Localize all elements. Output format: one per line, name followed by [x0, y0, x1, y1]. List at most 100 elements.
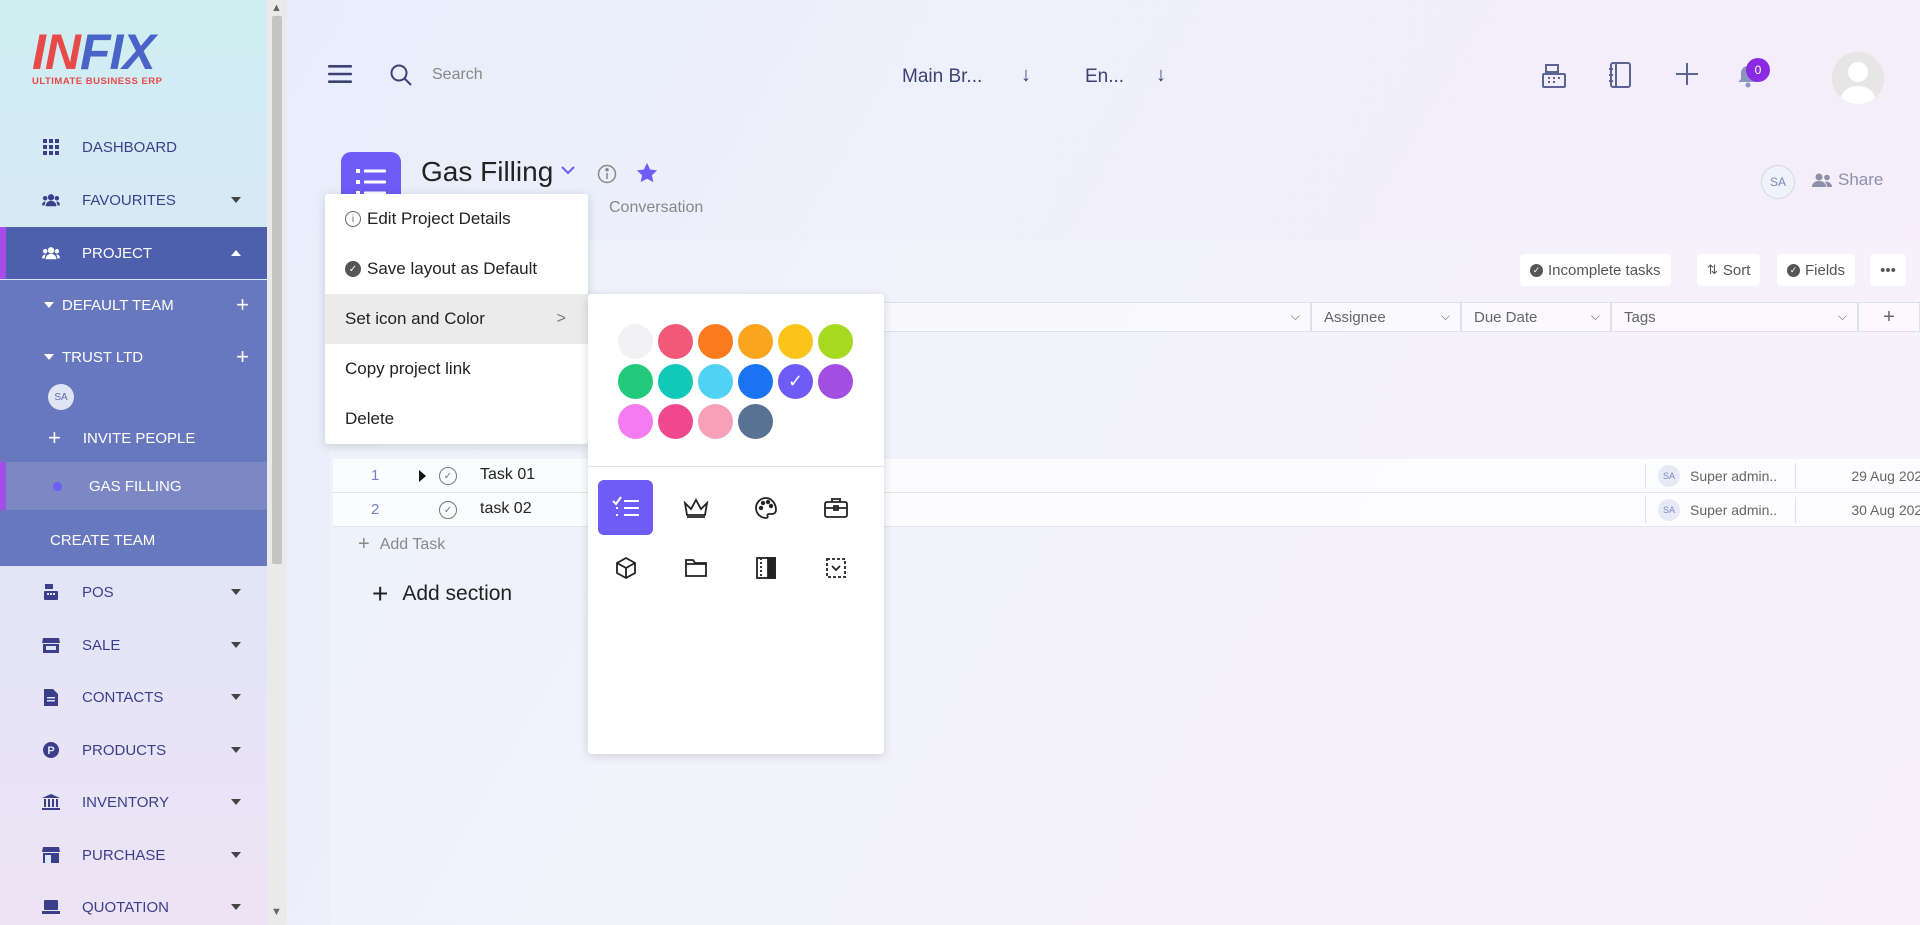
color-swatch[interactable] — [738, 324, 773, 359]
add-icon[interactable]: + — [236, 292, 249, 318]
team-default[interactable]: DEFAULT TEAM + — [0, 290, 267, 320]
box-icon[interactable] — [598, 540, 653, 595]
table-row[interactable]: 2 ✓ task 02 SA Super admin.. 30 Aug 2024 — [333, 493, 1920, 527]
color-swatch[interactable]: ✓ — [778, 364, 813, 399]
invite-people[interactable]: + INVITE PEOPLE — [0, 420, 267, 456]
location-select[interactable]: En... — [1085, 66, 1124, 88]
sidebar-item-purchase[interactable]: PURCHASE — [0, 831, 267, 879]
info-icon[interactable] — [597, 164, 617, 189]
fields-button[interactable]: ✓ Fields — [1777, 254, 1856, 286]
color-swatch[interactable] — [658, 324, 693, 359]
sidebar-item-products[interactable]: P PRODUCTS — [0, 726, 267, 774]
add-section-button[interactable]: + Add section — [372, 578, 512, 610]
menu-item-delete[interactable]: Delete — [325, 394, 588, 444]
color-swatch[interactable] — [618, 324, 653, 359]
column-due-date[interactable]: Due Date ⌵ — [1461, 302, 1611, 332]
chevron-down-icon[interactable]: ⌵ — [1441, 309, 1450, 324]
crown-icon[interactable] — [668, 480, 723, 535]
color-swatch[interactable] — [738, 404, 773, 439]
table-row[interactable]: 1 ✓ Task 01 SA Super admin.. 29 Aug 2024 — [333, 459, 1920, 493]
add-icon[interactable]: + — [236, 344, 249, 370]
color-swatch[interactable] — [698, 404, 733, 439]
star-icon[interactable] — [636, 162, 658, 189]
notebook-icon[interactable] — [1607, 61, 1633, 94]
menu-item-set-icon-color[interactable]: Set icon and Color > — [325, 294, 588, 344]
search-input[interactable]: Search — [432, 66, 483, 84]
chevron-down-icon[interactable]: ⌵ — [1838, 309, 1847, 324]
member-avatar[interactable]: SA — [1761, 165, 1795, 199]
arrow-down-icon[interactable]: ↓ — [1156, 64, 1166, 87]
sidebar-item-project[interactable]: PROJECT — [0, 227, 267, 279]
arrow-down-icon[interactable]: ↓ — [1021, 64, 1031, 87]
menu-item-copy-link[interactable]: Copy project link — [325, 344, 588, 394]
create-team[interactable]: CREATE TEAM — [0, 516, 267, 564]
search-icon[interactable] — [389, 63, 413, 92]
cash-register-icon[interactable] — [1540, 62, 1568, 95]
color-swatch[interactable] — [738, 364, 773, 399]
color-swatch[interactable] — [698, 324, 733, 359]
expand-caret-icon[interactable] — [419, 470, 426, 482]
sidebar-item-dashboard[interactable]: DASHBOARD — [0, 123, 267, 171]
scroll-up-icon[interactable]: ▲ — [271, 2, 282, 14]
sidebar-item-quotation[interactable]: QUOTATION — [0, 883, 267, 925]
sort-button[interactable]: ⇅ Sort — [1697, 254, 1761, 286]
sidebar-item-inventory[interactable]: INVENTORY — [0, 778, 267, 826]
task-complete-checkbox[interactable]: ✓ — [439, 501, 457, 519]
color-swatch[interactable] — [658, 364, 693, 399]
color-swatch[interactable] — [698, 364, 733, 399]
dropdown-box-icon[interactable] — [808, 540, 863, 595]
color-swatch[interactable] — [778, 324, 813, 359]
menu-item-save-layout[interactable]: ✓ Save layout as Default — [325, 244, 588, 294]
color-swatch[interactable] — [818, 364, 853, 399]
task-due-date[interactable]: 30 Aug 2024 — [1795, 497, 1920, 523]
chevron-down-icon[interactable]: ⌵ — [1591, 309, 1600, 324]
task-due-date[interactable]: 29 Aug 2024 — [1795, 463, 1920, 489]
task-complete-checkbox[interactable]: ✓ — [439, 467, 457, 485]
column-assignee[interactable]: Assignee ⌵ — [1311, 302, 1461, 332]
chevron-down-icon[interactable] — [561, 162, 575, 180]
sidebar-item-pos[interactable]: POS — [0, 568, 267, 616]
color-swatch[interactable] — [618, 404, 653, 439]
list-icon[interactable] — [598, 480, 653, 535]
product-icon: P — [42, 741, 60, 759]
team-member[interactable]: SA — [0, 382, 267, 412]
palette-icon[interactable] — [738, 480, 793, 535]
menu-item-label: Delete — [345, 409, 395, 428]
color-swatch[interactable] — [658, 404, 693, 439]
chevron-down-icon[interactable]: ⌵ — [1291, 309, 1300, 324]
scroll-down-icon[interactable]: ▼ — [271, 906, 282, 918]
team-trust-ltd[interactable]: TRUST LTD + — [0, 342, 267, 372]
sidebar-item-favourites[interactable]: FAVOURITES — [0, 176, 267, 224]
color-swatch[interactable] — [618, 364, 653, 399]
sidebar-scrollbar[interactable]: ▲ ▼ — [267, 0, 287, 925]
svg-text:P: P — [47, 745, 54, 757]
task-assignee[interactable]: SA Super admin.. — [1645, 463, 1795, 489]
task-name[interactable]: task 02 — [480, 500, 532, 518]
sidebar-item-gas-filling[interactable]: GAS FILLING — [0, 462, 267, 510]
share-button[interactable]: Share — [1812, 170, 1883, 190]
briefcase-icon[interactable] — [808, 480, 863, 535]
more-options-button[interactable]: ••• — [1870, 254, 1906, 286]
logo[interactable]: INFIX ULTIMATE BUSINESS ERP — [32, 27, 182, 92]
sidebar-item-contacts[interactable]: CONTACTS — [0, 673, 267, 721]
layout-icon[interactable] — [738, 540, 793, 595]
menu-item-label: Copy project link — [345, 359, 471, 378]
sidebar-item-sale[interactable]: SALE — [0, 621, 267, 669]
incomplete-tasks-filter[interactable]: ✓ Incomplete tasks — [1520, 254, 1671, 286]
branch-select[interactable]: Main Br... — [902, 66, 982, 88]
user-avatar[interactable] — [1832, 52, 1884, 104]
plus-icon[interactable] — [1674, 61, 1700, 92]
color-swatch[interactable] — [818, 324, 853, 359]
tab-conversation[interactable]: Conversation — [609, 199, 703, 217]
menu-item-edit-project[interactable]: i Edit Project Details — [325, 194, 588, 244]
add-column-button[interactable]: + — [1858, 302, 1920, 332]
task-assignee[interactable]: SA Super admin.. — [1645, 497, 1795, 523]
hamburger-menu-icon[interactable] — [328, 64, 352, 89]
task-name[interactable]: Task 01 — [480, 466, 535, 484]
column-task-name[interactable]: ⌵ — [860, 302, 1311, 332]
caret-down-icon — [231, 642, 241, 648]
add-task-button[interactable]: + Add Task — [358, 533, 445, 556]
column-tags[interactable]: Tags ⌵ — [1611, 302, 1858, 332]
scroll-thumb[interactable] — [272, 16, 282, 564]
folder-icon[interactable] — [668, 540, 723, 595]
